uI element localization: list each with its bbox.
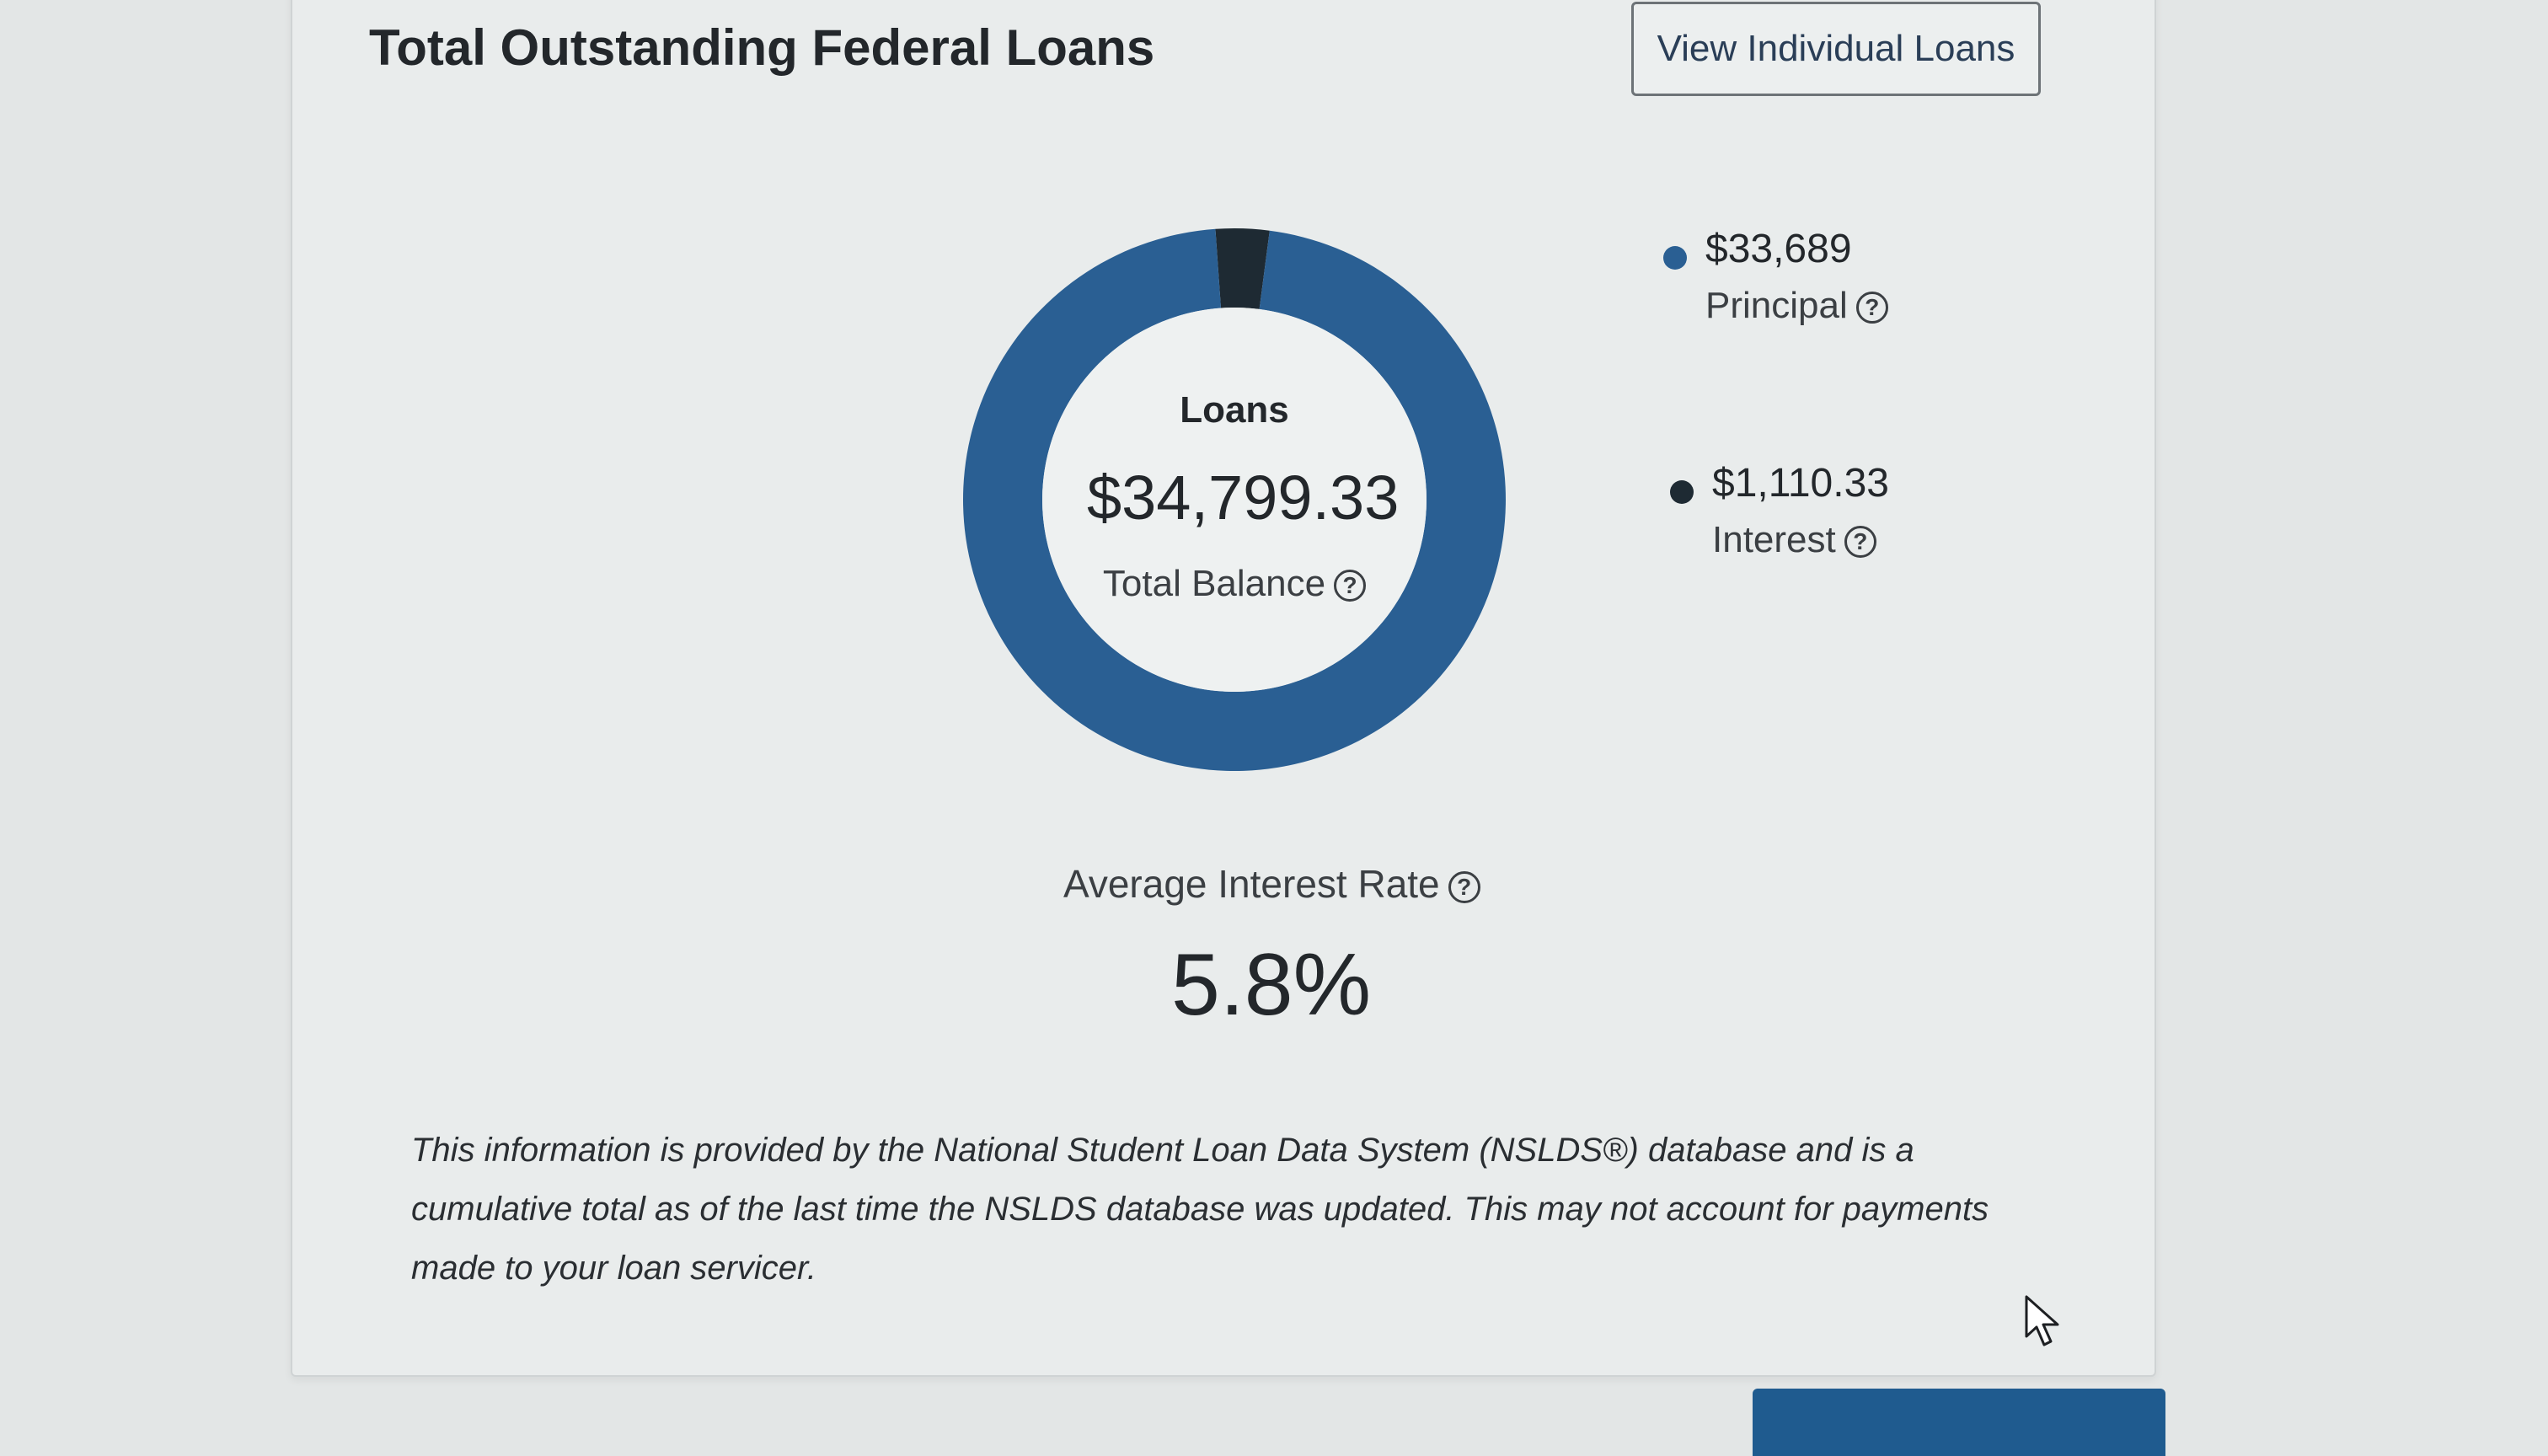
donut-center-title: Loans <box>1180 389 1289 431</box>
legend-value-interest: $1,110.33 <box>1712 461 1889 506</box>
legend-label-interest: Interest? <box>1712 519 1876 561</box>
view-individual-loans-button[interactable]: View Individual Loans <box>1631 2 2041 96</box>
help-icon[interactable]: ? <box>1855 292 1888 324</box>
legend-label-principal-text: Principal <box>1705 285 1848 326</box>
help-icon[interactable]: ? <box>1844 526 1876 559</box>
page-title: Total Outstanding Federal Loans <box>369 19 1155 76</box>
nslds-disclaimer: This information is provided by the Nati… <box>411 1132 1989 1287</box>
legend-dot-interest <box>1670 480 1694 504</box>
legend-dot-principal <box>1663 246 1687 270</box>
legend-label-principal: Principal? <box>1705 285 1888 327</box>
legend-label-interest-text: Interest <box>1712 519 1836 560</box>
legend-value-principal: $33,689 <box>1705 227 1852 271</box>
help-icon[interactable]: ? <box>1448 870 1480 903</box>
total-balance-amount: $34,799.33 <box>1087 463 1400 533</box>
cursor-arrow-icon <box>2025 1295 2059 1346</box>
total-balance-caption: Total Balance <box>1102 563 1326 604</box>
average-interest-rate-label-text: Average Interest Rate <box>1063 862 1440 906</box>
total-balance-label: Total Balance? <box>1087 563 1382 605</box>
average-interest-rate-label: Average Interest Rate? <box>1063 861 1480 907</box>
help-icon[interactable]: ? <box>1334 570 1367 602</box>
bottom-action-button[interactable] <box>1753 1389 2165 1456</box>
average-interest-rate-value: 5.8% <box>1171 936 1372 1034</box>
